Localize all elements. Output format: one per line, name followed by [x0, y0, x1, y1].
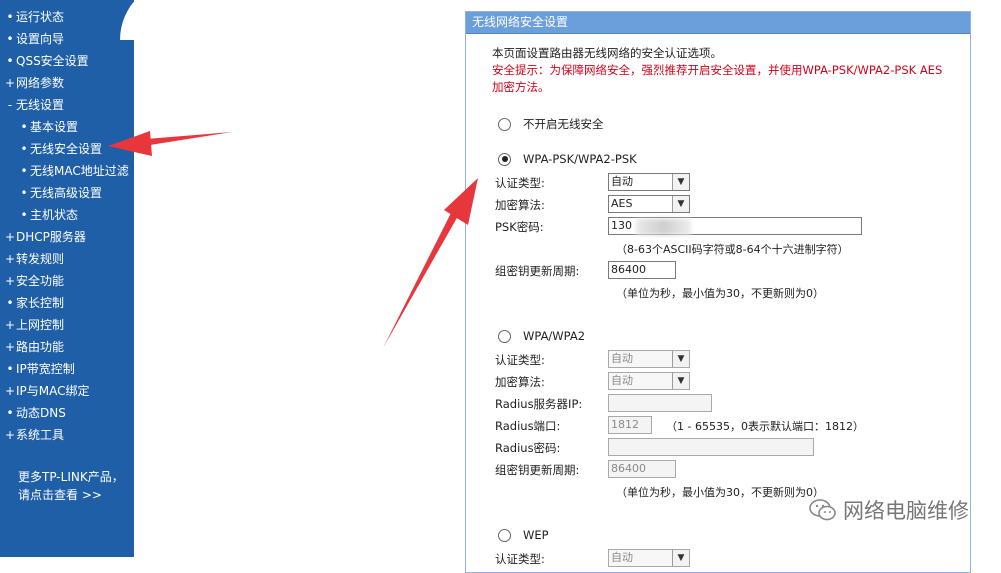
watermark: 网络电脑维修 — [809, 495, 969, 525]
annotation-arrows — [108, 131, 478, 348]
arrow-to-menu-icon — [108, 131, 232, 156]
arrow-to-psk-option-icon — [383, 178, 478, 348]
wechat-icon — [809, 499, 836, 521]
watermark-text: 网络电脑维修 — [843, 499, 969, 523]
